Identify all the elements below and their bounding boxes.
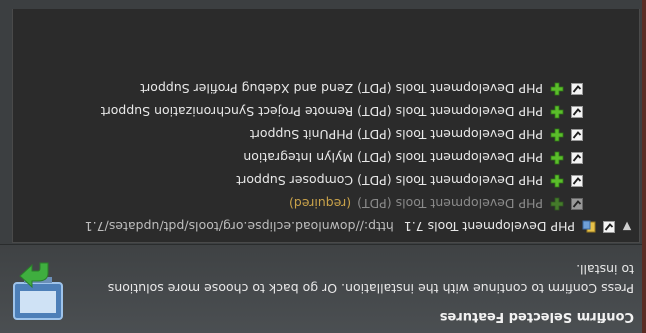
feature-checkbox: [571, 198, 583, 210]
tree-row-root[interactable]: ▼ PHP Development Tools 7.1 http://downl…: [85, 216, 633, 238]
plus-icon: [549, 127, 565, 143]
wizard-header: Confirm Selected Features Press Confirm …: [0, 244, 642, 333]
plus-icon: [549, 196, 565, 212]
page-description: Press Confirm to continue with the insta…: [107, 262, 634, 296]
tree-row-profiler[interactable]: PHP Development Tools (PDT) Zend and Xde…: [140, 78, 583, 100]
plus-icon: [549, 81, 565, 97]
tree-row-pdt[interactable]: PHP Development Tools (PDT) (required): [289, 193, 583, 215]
feature-name: PHP Development Tools (PDT) Remote Proje…: [100, 104, 543, 120]
tree-row-phpunit[interactable]: PHP Development Tools (PDT) PHPUnit Supp…: [250, 124, 583, 146]
page-title: Confirm Selected Features: [439, 309, 634, 324]
feature-checkbox[interactable]: [571, 83, 583, 95]
feature-checkbox[interactable]: [571, 152, 583, 164]
plus-icon: [549, 150, 565, 166]
root-feature-name: PHP Development Tools 7.1: [403, 219, 575, 235]
tree-row-mylyn[interactable]: PHP Development Tools (PDT) Mylyn Integr…: [243, 147, 583, 169]
feature-name: PHP Development Tools (PDT) Zend and Xde…: [140, 81, 543, 97]
confirm-features-dialog: Confirm Selected Features Press Confirm …: [0, 0, 646, 333]
tree-row-remote-sync[interactable]: PHP Development Tools (PDT) Remote Proje…: [101, 101, 583, 123]
feature-checkbox[interactable]: [571, 106, 583, 118]
feature-name: PHP Development Tools (PDT): [357, 196, 543, 212]
feature-checkbox[interactable]: [571, 175, 583, 187]
plus-icon: [549, 104, 565, 120]
required-note: (required): [288, 196, 352, 212]
feature-name: PHP Development Tools (PDT) Composer Sup…: [236, 173, 543, 189]
feature-name: PHP Development Tools (PDT) PHPUnit Supp…: [249, 127, 543, 143]
tree-row-composer[interactable]: PHP Development Tools (PDT) Composer Sup…: [236, 170, 583, 192]
plus-icon: [549, 173, 565, 189]
install-wizard-icon: [8, 259, 66, 321]
window-frame-edge: [642, 0, 646, 333]
feature-tree[interactable]: ▼ PHP Development Tools 7.1 http://downl…: [12, 8, 640, 243]
chevron-down-icon[interactable]: ▼: [621, 221, 633, 234]
feature-name: PHP Development Tools (PDT) Mylyn Integr…: [243, 150, 543, 166]
tree-scrollbar[interactable]: [13, 9, 27, 242]
feature-checkbox[interactable]: [571, 129, 583, 141]
root-checkbox[interactable]: [603, 221, 615, 233]
dialog-bottom-edge: [0, 0, 642, 9]
plugin-icon: [581, 219, 597, 235]
root-feature-url: http://download.eclipse.org/tools/pdt/up…: [84, 219, 394, 235]
